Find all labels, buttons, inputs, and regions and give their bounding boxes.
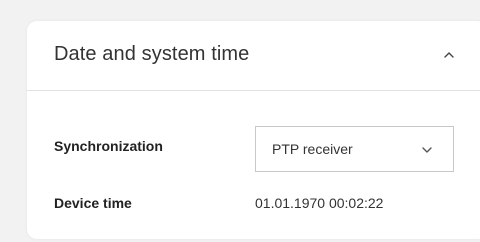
chevron-up-icon[interactable] — [441, 47, 457, 63]
date-time-panel: Date and system time Synchronization PTP… — [27, 21, 480, 239]
synchronization-select[interactable]: PTP receiver — [255, 126, 454, 172]
device-time-label: Device time — [54, 195, 132, 211]
synchronization-label: Synchronization — [54, 138, 163, 154]
chevron-down-icon — [420, 143, 434, 157]
panel-title: Date and system time — [54, 43, 250, 65]
synchronization-selected-value: PTP receiver — [272, 141, 353, 157]
device-time-value: 01.01.1970 00:02:22 — [255, 195, 384, 211]
panel-header[interactable]: Date and system time — [27, 21, 480, 91]
